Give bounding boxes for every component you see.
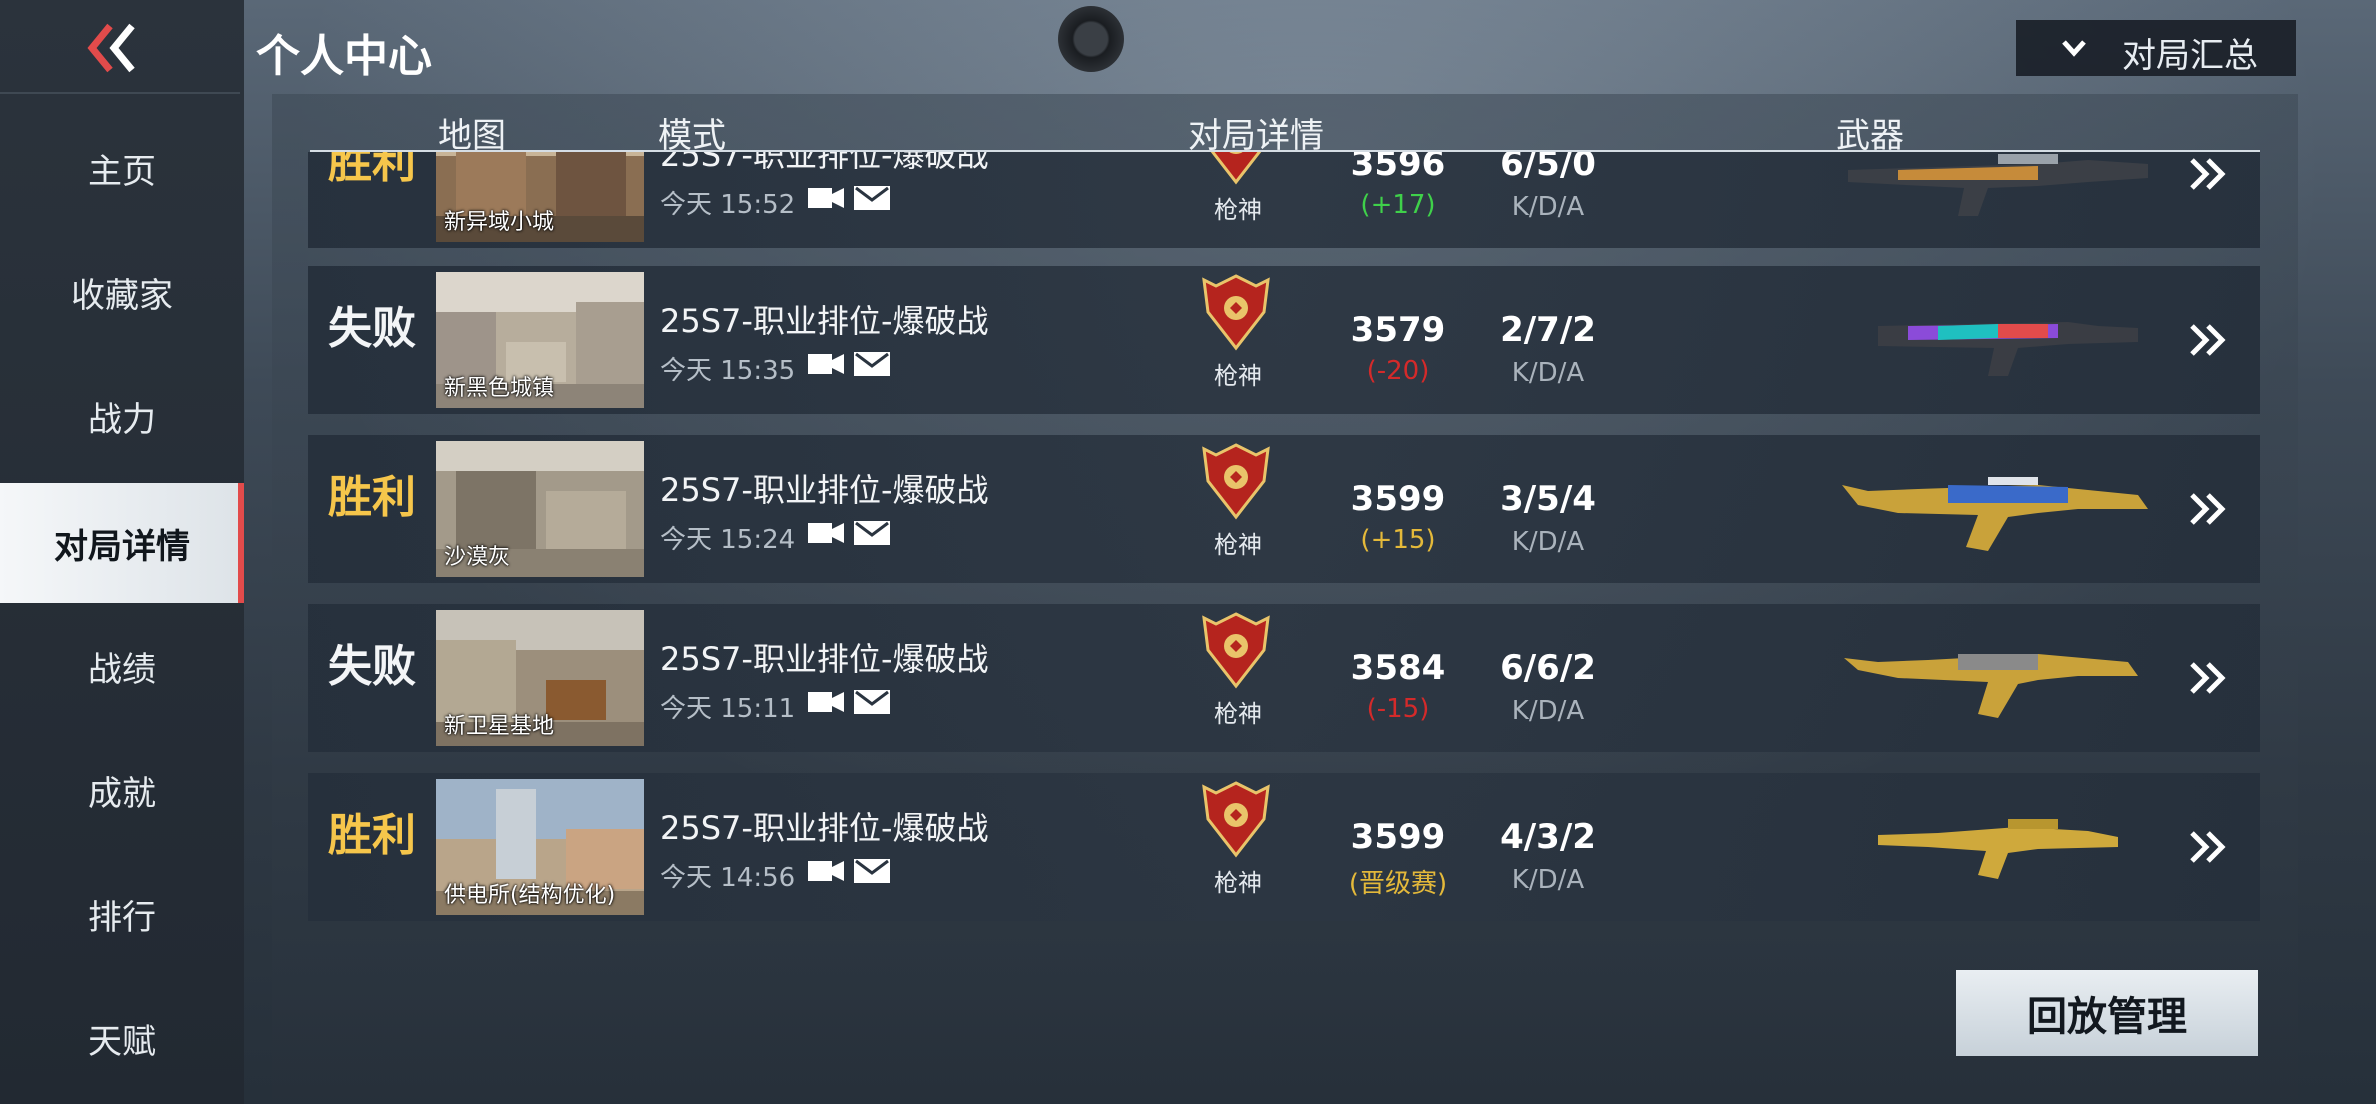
kda-label: K/D/A: [1511, 865, 1585, 895]
score-delta: (-20): [1366, 356, 1430, 386]
sidebar-item-power[interactable]: 战力: [0, 356, 244, 476]
match-time: 今天 15:35: [660, 356, 796, 386]
match-time: 今天 14:56: [660, 863, 796, 893]
score-delta: (+15): [1360, 525, 1436, 555]
weapon-rifle-icon: [1878, 322, 2138, 376]
row-detail-arrow-icon[interactable]: [2184, 316, 2232, 364]
score-delta: (-15): [1366, 694, 1430, 724]
share-mail-icon[interactable]: [854, 182, 890, 212]
rank-badge-icon: [1210, 152, 1262, 185]
sidebar-item-records[interactable]: 战绩: [0, 606, 244, 726]
rank-badge-icon: [1202, 443, 1270, 520]
kda-label: K/D/A: [1511, 358, 1585, 388]
match-row[interactable]: 胜利 新异域小城 25S7-职业排位-爆破战 今天 15:52 枪神 3596 …: [308, 152, 2260, 248]
rank-badge-icon: [1202, 781, 1270, 858]
match-result: 胜利: [328, 152, 416, 188]
replay-video-icon[interactable]: [808, 857, 844, 885]
match-time: 今天 15:11: [660, 694, 796, 724]
match-result: 胜利: [328, 472, 416, 523]
weapon-rifle-icon: [1878, 819, 2118, 879]
share-mail-icon[interactable]: [854, 855, 890, 885]
map-thumbnail: 新异域小城: [436, 152, 644, 242]
replay-management-button[interactable]: 回放管理: [1956, 970, 2258, 1056]
match-row[interactable]: 失败 新黑色城镇 25S7-职业排位-爆破战 今天 15:35 枪神 3579 …: [308, 266, 2260, 414]
map-thumbnail: 沙漠灰: [436, 441, 644, 577]
weapon-rifle-icon: [1844, 654, 2138, 718]
sidebar-item-home[interactable]: 主页: [0, 108, 244, 228]
match-mode: 25S7-职业排位-爆破战: [660, 640, 989, 678]
sidebar-item-achievements[interactable]: 成就: [0, 730, 244, 850]
sidebar-item-ranking[interactable]: 排行: [0, 854, 244, 974]
kda-label: K/D/A: [1511, 192, 1585, 222]
rank-name: 枪神: [1214, 196, 1262, 224]
weapon-rifle-icon: [1848, 154, 2148, 216]
sidebar-item-collector[interactable]: 收藏家: [0, 232, 244, 352]
rank-name: 枪神: [1214, 531, 1262, 559]
row-detail-arrow-icon[interactable]: [2184, 823, 2232, 871]
match-mode: 25S7-职业排位-爆破战: [660, 152, 989, 174]
back-arrow-icon[interactable]: [80, 18, 140, 78]
map-thumbnail: 供电所(结构优化): [436, 779, 644, 915]
kda-label: K/D/A: [1511, 527, 1585, 557]
match-kda: 4/3/2: [1500, 817, 1596, 857]
match-kda: 3/5/4: [1500, 479, 1596, 519]
match-row[interactable]: 失败 新卫星基地 25S7-职业排位-爆破战 今天 15:11 枪神 3584 …: [308, 604, 2260, 752]
match-list[interactable]: 胜利 新异域小城 25S7-职业排位-爆破战 今天 15:52 枪神 3596 …: [308, 0, 2260, 1104]
match-result: 胜利: [328, 810, 416, 861]
rank-name: 枪神: [1214, 362, 1262, 390]
sidebar: 主页 收藏家 战力 对局详情 战绩 成就 排行 天赋: [0, 0, 244, 1104]
match-score: 3584: [1350, 648, 1446, 688]
match-score: 3599: [1350, 479, 1446, 519]
map-thumbnail: 新卫星基地: [436, 610, 644, 746]
map-name: 新黑色城镇: [444, 376, 555, 401]
match-kda: 2/7/2: [1500, 310, 1596, 350]
replay-video-icon[interactable]: [808, 350, 844, 378]
row-detail-arrow-icon[interactable]: [2184, 152, 2232, 198]
replay-video-icon[interactable]: [808, 519, 844, 547]
replay-video-icon[interactable]: [808, 184, 844, 212]
match-result: 失败: [328, 641, 416, 692]
match-kda: 6/6/2: [1500, 648, 1596, 688]
match-result: 失败: [328, 303, 416, 354]
row-detail-arrow-icon[interactable]: [2184, 654, 2232, 702]
match-time: 今天 15:52: [660, 190, 796, 220]
match-row[interactable]: 胜利 供电所(结构优化) 25S7-职业排位-爆破战 今天 14:56 枪神 3…: [308, 773, 2260, 921]
match-time: 今天 15:24: [660, 525, 796, 555]
kda-label: K/D/A: [1511, 696, 1585, 726]
match-score: 3579: [1350, 310, 1446, 350]
map-name: 供电所(结构优化): [444, 883, 616, 908]
row-detail-arrow-icon[interactable]: [2184, 485, 2232, 533]
match-score: 3599: [1350, 817, 1446, 857]
sidebar-item-match-details[interactable]: 对局详情: [0, 483, 244, 603]
match-mode: 25S7-职业排位-爆破战: [660, 302, 989, 340]
rank-badge-icon: [1202, 274, 1270, 351]
map-name: 沙漠灰: [444, 545, 511, 570]
weapon-rifle-icon: [1842, 477, 2148, 551]
rank-badge-icon: [1202, 612, 1270, 689]
share-mail-icon[interactable]: [854, 348, 890, 378]
rank-name: 枪神: [1214, 869, 1262, 897]
share-mail-icon[interactable]: [854, 686, 890, 716]
sidebar-divider: [0, 92, 240, 94]
table-header-divider: [310, 150, 2260, 152]
map-name: 新卫星基地: [444, 714, 555, 739]
match-kda: 6/5/0: [1500, 152, 1596, 184]
match-score: 3596: [1350, 152, 1446, 184]
match-mode: 25S7-职业排位-爆破战: [660, 471, 989, 509]
map-name: 新异域小城: [444, 210, 555, 235]
score-delta: (+17): [1360, 190, 1436, 220]
match-mode: 25S7-职业排位-爆破战: [660, 809, 989, 847]
replay-video-icon[interactable]: [808, 688, 844, 716]
rank-name: 枪神: [1214, 700, 1262, 728]
sidebar-item-talent[interactable]: 天赋: [0, 978, 244, 1098]
score-delta: (晋级赛): [1348, 869, 1448, 899]
match-row[interactable]: 胜利 沙漠灰 25S7-职业排位-爆破战 今天 15:24 枪神 3599 (+…: [308, 435, 2260, 583]
map-thumbnail: 新黑色城镇: [436, 272, 644, 408]
share-mail-icon[interactable]: [854, 517, 890, 547]
